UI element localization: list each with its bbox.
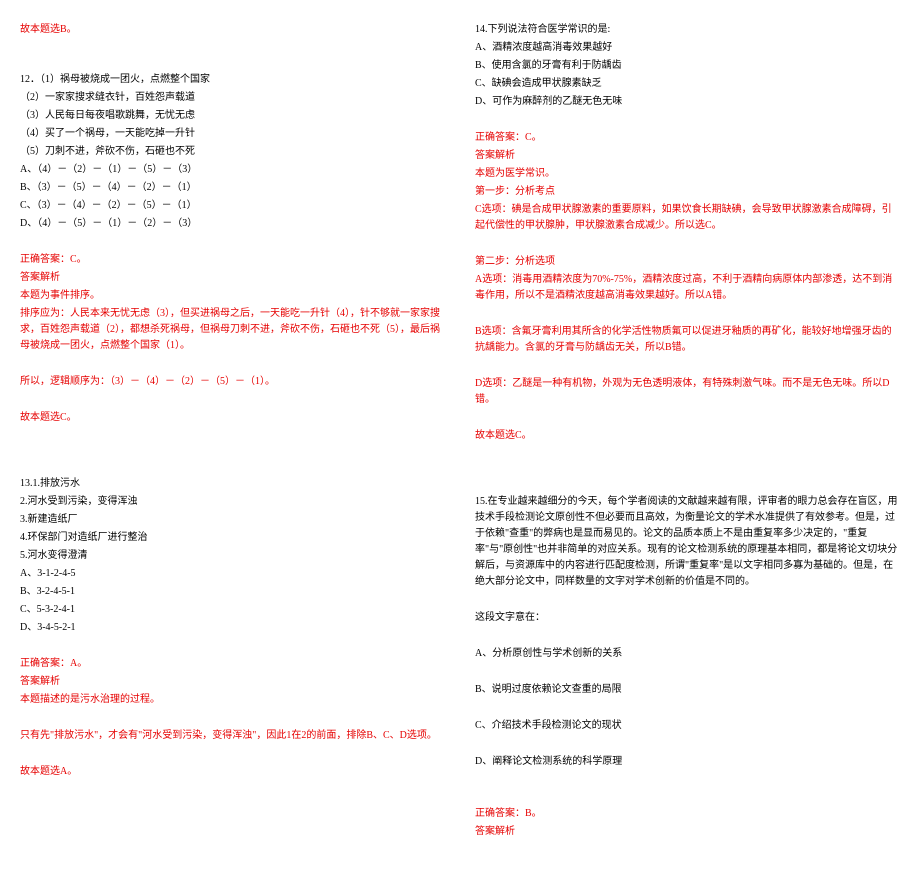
q15-analysis-label: 答案解析 (475, 824, 900, 840)
q12-line1: 12．（1）祸母被烧成一团火，点燃整个国家 (20, 72, 445, 88)
q14-analysis-9: D选项：乙醚是一种有机物，外观为无色透明液体，有特殊刺激气味。而不是无色无味。所… (475, 376, 900, 408)
q14-analysis-0: 本题为医学常识。 (475, 166, 900, 182)
q14-option-d: D、可作为麻醉剂的乙醚无色无味 (475, 94, 900, 110)
q14-analysis-11: 故本题选C。 (475, 428, 900, 444)
q15-option-d: D、阐释论文检测系统的科学原理 (475, 754, 900, 770)
q13-option-d: D、3-4-5-2-1 (20, 620, 445, 636)
q14-title: 14.下列说法符合医学常识的是: (475, 22, 900, 38)
q14-option-b: B、使用含氯的牙膏有利于防龋齿 (475, 58, 900, 74)
q14-analysis-10 (475, 410, 900, 426)
question-15: 15.在专业越来越细分的今天，每个学者阅读的文献越来越有限，评审者的眼力总会存在… (475, 494, 900, 840)
question-12: 12．（1）祸母被烧成一团火，点燃整个国家 （2）一家家搜求缝衣针，百姓怨声载道… (20, 72, 445, 426)
q15-answer: 正确答案：B。 (475, 806, 900, 822)
q12-option-c: C、（3）－（4）－（2）－（5）－（1） (20, 198, 445, 214)
question-14: 14.下列说法符合医学常识的是: A、酒精浓度越高消毒效果越好 B、使用含氯的牙… (475, 22, 900, 444)
q14-analysis-1: 第一步：分析考点 (475, 184, 900, 200)
q12-analysis-type: 本题为事件排序。 (20, 288, 445, 304)
q14-analysis-4: 第二步：分析选项 (475, 254, 900, 270)
q13-option-b: B、3-2-4-5-1 (20, 584, 445, 600)
q14-analysis-7: B选项：含氟牙膏利用其所含的化学活性物质氟可以促进牙釉质的再矿化，能较好地增强牙… (475, 324, 900, 356)
q12-option-d: D、（4）－（5）－（1）－（2）－（3） (20, 216, 445, 232)
q13-analysis-text: 本题描述的是污水治理的过程。 (20, 692, 445, 708)
q13-line4: 4.环保部门对造纸厂进行整治 (20, 530, 445, 546)
q14-analysis-2: C选项：碘是合成甲状腺激素的重要原料，如果饮食长期缺碘，会导致甲状腺激素合成障碍… (475, 202, 900, 234)
q12-line5: （5）刀刺不进，斧砍不伤，石砸也不死 (20, 144, 445, 160)
q14-analysis-6 (475, 306, 900, 322)
q12-line3: （3）人民每日每夜唱歌跳舞，无忧无虑 (20, 108, 445, 124)
q15-option-a: A、分析原创性与学术创新的关系 (475, 646, 900, 662)
prev-conclusion: 故本题选B。 (20, 22, 445, 38)
q14-analysis-3 (475, 236, 900, 252)
q13-line5: 5.河水变得澄清 (20, 548, 445, 564)
q14-answer: 正确答案：C。 (475, 130, 900, 146)
q13-option-c: C、5-3-2-4-1 (20, 602, 445, 618)
q12-final: 故本题选C。 (20, 410, 445, 426)
q12-line2: （2）一家家搜求缝衣针，百姓怨声载道 (20, 90, 445, 106)
right-column: 14.下列说法符合医学常识的是: A、酒精浓度越高消毒效果越好 B、使用含氯的牙… (475, 20, 900, 858)
q13-line3: 3.新建造纸厂 (20, 512, 445, 528)
q13-line1: 13.1.排放污水 (20, 476, 445, 492)
q15-stem: 这段文字意在： (475, 610, 900, 626)
q13-line2: 2.河水受到污染，变得浑浊 (20, 494, 445, 510)
q13-analysis-text2: 只有先"排放污水"，才会有"河水受到污染，变得浑浊"，因此1在2的前面，排除B、… (20, 728, 445, 744)
q13-analysis-label: 答案解析 (20, 674, 445, 690)
left-column: 故本题选B。 12．（1）祸母被烧成一团火，点燃整个国家 （2）一家家搜求缝衣针… (20, 20, 445, 858)
q13-option-a: A、3-1-2-4-5 (20, 566, 445, 582)
question-13: 13.1.排放污水 2.河水受到污染，变得浑浊 3.新建造纸厂 4.环保部门对造… (20, 476, 445, 780)
q12-line4: （4）买了一个祸母，一天能吃掉一升针 (20, 126, 445, 142)
q14-option-a: A、酒精浓度越高消毒效果越好 (475, 40, 900, 56)
q12-conclusion: 所以，逻辑顺序为：（3）－（4）－（2）－（5）－（1）。 (20, 374, 445, 390)
q14-analysis-5: A选项：消毒用酒精浓度为70%-75%，酒精浓度过高，不利于酒精向病原体内部渗透… (475, 272, 900, 304)
q15-option-b: B、说明过度依赖论文查重的局限 (475, 682, 900, 698)
q13-answer: 正确答案：A。 (20, 656, 445, 672)
q15-text: 15.在专业越来越细分的今天，每个学者阅读的文献越来越有限，评审者的眼力总会存在… (475, 494, 900, 590)
q12-option-b: B、（3）－（5）－（4）－（2）－（1） (20, 180, 445, 196)
q14-analysis-label: 答案解析 (475, 148, 900, 164)
q12-analysis-label: 答案解析 (20, 270, 445, 286)
q13-final: 故本题选A。 (20, 764, 445, 780)
q12-answer: 正确答案：C。 (20, 252, 445, 268)
q12-analysis-text: 排序应为：人民本来无忧无虑（3），但买进祸母之后，一天能吃一升针（4），针不够就… (20, 306, 445, 354)
q14-option-c: C、缺碘会造成甲状腺素缺乏 (475, 76, 900, 92)
q12-option-a: A、（4）－（2）－（1）－（5）－（3） (20, 162, 445, 178)
q15-option-c: C、介绍技术手段检测论文的现状 (475, 718, 900, 734)
q14-analysis-8 (475, 358, 900, 374)
